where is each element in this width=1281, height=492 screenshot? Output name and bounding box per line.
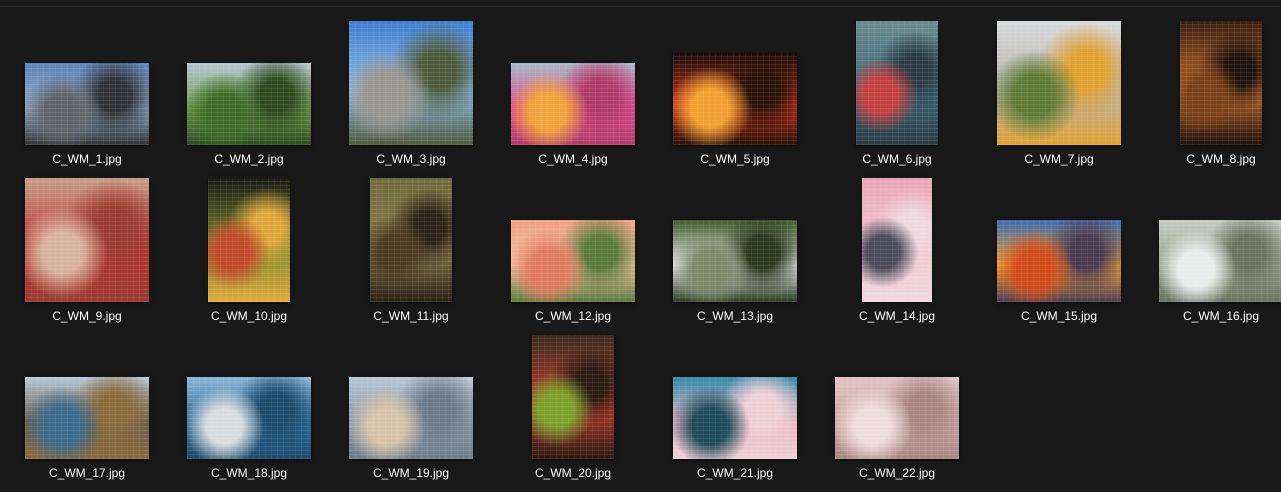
file-item[interactable]: C_WM_19.jpg [336, 331, 486, 487]
thumbnail-slot [498, 17, 648, 145]
file-item[interactable]: C_WM_13.jpg [660, 174, 810, 330]
file-item[interactable]: C_WM_7.jpg [984, 17, 1134, 173]
thumbnail-slot [174, 174, 324, 302]
flower-wreath-image-icon [532, 335, 614, 459]
file-item[interactable]: C_WM_5.jpg [660, 17, 810, 173]
file-name-label: C_WM_22.jpg [858, 466, 936, 480]
mona-lisa-image-icon [370, 178, 452, 302]
thumbnail-slot [12, 174, 162, 302]
white-blossom-image-icon [673, 220, 797, 302]
thumbnail-slot [174, 331, 324, 459]
file-item[interactable]: C_WM_18.jpg [174, 331, 324, 487]
thumbnail-slot [12, 17, 162, 145]
file-item[interactable]: C_WM_14.jpg [822, 174, 972, 330]
thumbnail-slot [984, 17, 1134, 145]
thumbnail-slot [1146, 17, 1281, 145]
thumbnail-slot [822, 17, 972, 145]
thumbnail-slot [336, 174, 486, 302]
file-item[interactable]: C_WM_11.jpg [336, 174, 486, 330]
thumbnail-slot [822, 174, 972, 302]
file-item[interactable]: C_WM_1.jpg [12, 17, 162, 173]
sunrise-clouds-image-icon [997, 220, 1121, 302]
file-name-label: C_WM_7.jpg [1024, 152, 1094, 166]
file-name-label: C_WM_17.jpg [48, 466, 126, 480]
file-name-label: C_WM_14.jpg [858, 309, 936, 323]
green-hills-image-icon [187, 63, 311, 145]
pink-blossom-image-icon [673, 377, 797, 459]
file-name-label: C_WM_21.jpg [696, 466, 774, 480]
file-name-label: C_WM_16.jpg [1182, 309, 1260, 323]
file-name-label: C_WM_11.jpg [373, 309, 449, 323]
fruit-table-image-icon [997, 21, 1121, 145]
file-item[interactable]: C_WM_10.jpg [174, 174, 324, 330]
white-flowers-image-icon [1159, 220, 1281, 302]
file-item[interactable]: C_WM_17.jpg [12, 331, 162, 487]
thumbnail-slot [984, 174, 1134, 302]
file-name-label: C_WM_6.jpg [862, 152, 932, 166]
lighthouse-image-icon [349, 21, 473, 145]
penguin-toy-image-icon [862, 178, 932, 302]
file-name-label: C_WM_15.jpg [1020, 309, 1098, 323]
thumbnail-slot [174, 17, 324, 145]
file-name-label: C_WM_9.jpg [52, 309, 122, 323]
file-item[interactable]: C_WM_16.jpg [1146, 174, 1281, 330]
file-item[interactable]: C_WM_22.jpg [822, 331, 972, 487]
fruit-basket-image-icon [208, 178, 290, 302]
file-name-label: C_WM_18.jpg [210, 466, 288, 480]
cherry-blossom-image-icon [835, 377, 959, 459]
tall-ship-image-icon [25, 377, 149, 459]
file-name-label: C_WM_4.jpg [538, 152, 608, 166]
thumbnail-slot [336, 17, 486, 145]
thumbnail-slot [498, 174, 648, 302]
file-item[interactable]: C_WM_4.jpg [498, 17, 648, 173]
thumbnail-slot [336, 331, 486, 459]
file-item[interactable]: C_WM_20.jpg [498, 331, 648, 487]
thumbnail-slot [1146, 174, 1281, 302]
file-item[interactable]: C_WM_15.jpg [984, 174, 1134, 330]
dahlias-image-icon [511, 220, 635, 302]
file-item[interactable]: C_WM_12.jpg [498, 174, 648, 330]
file-name-label: C_WM_19.jpg [372, 466, 450, 480]
file-name-label: C_WM_20.jpg [534, 466, 612, 480]
thumbnail-slot [822, 331, 972, 459]
balloons-child-image-icon [856, 21, 938, 145]
portrait-orange-image-icon [1180, 21, 1262, 145]
file-name-label: C_WM_2.jpg [214, 152, 284, 166]
file-item[interactable]: C_WM_8.jpg [1146, 17, 1281, 173]
file-name-label: C_WM_3.jpg [376, 152, 446, 166]
file-name-label: C_WM_5.jpg [700, 152, 770, 166]
thumbnail-slot [660, 331, 810, 459]
flower-parade-image-icon [511, 63, 635, 145]
file-item[interactable]: C_WM_3.jpg [336, 17, 486, 173]
file-item[interactable]: C_WM_2.jpg [174, 17, 324, 173]
thumbnail-slot [660, 17, 810, 145]
thumbnail-slot [498, 331, 648, 459]
thumbnail-slot [12, 331, 162, 459]
beach-city-image-icon [349, 377, 473, 459]
file-name-label: C_WM_1.jpg [52, 152, 122, 166]
thumbnail-slot [660, 174, 810, 302]
file-name-label: C_WM_12.jpg [534, 309, 612, 323]
file-item[interactable]: C_WM_6.jpg [822, 17, 972, 173]
file-item[interactable]: C_WM_21.jpg [660, 331, 810, 487]
opera-house-image-icon [187, 377, 311, 459]
city-waterfront-image-icon [25, 63, 149, 145]
file-name-label: C_WM_8.jpg [1186, 152, 1256, 166]
file-item[interactable]: C_WM_9.jpg [12, 174, 162, 330]
clown-face-image-icon [25, 178, 149, 302]
file-name-label: C_WM_13.jpg [696, 309, 774, 323]
sunset-image-icon [673, 53, 797, 145]
file-name-label: C_WM_10.jpg [210, 309, 288, 323]
file-thumbnail-grid: C_WM_1.jpg C_WM_2.jpg C_WM_3.jpg C_WM_4.jpg… [0, 0, 1281, 492]
